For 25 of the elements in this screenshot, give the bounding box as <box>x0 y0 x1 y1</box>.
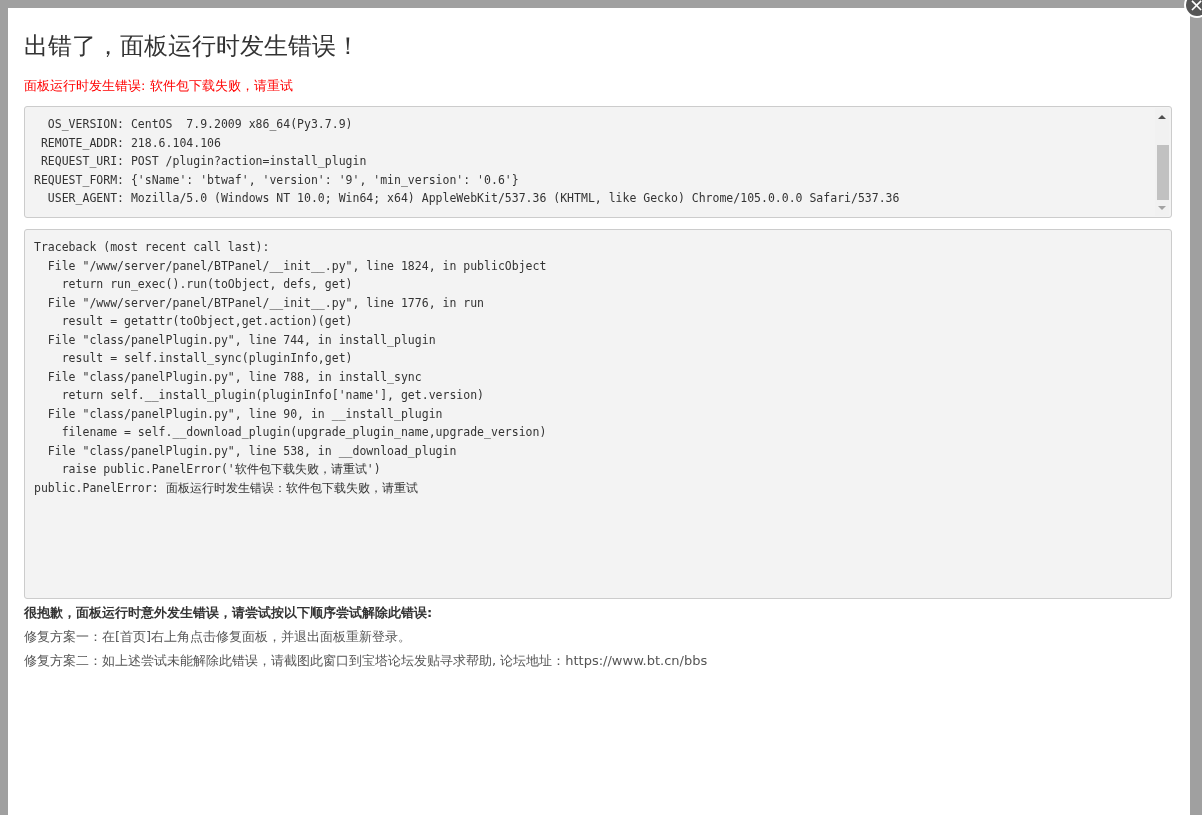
code-line: public.PanelError: 面板运行时发生错误：软件包下载失败，请重试 <box>34 479 419 497</box>
close-button[interactable]: × <box>1184 0 1202 18</box>
code-line: OS_VERSION: CentOS 7.9.2009 x86_64(Py3.7.9) <box>46 116 354 133</box>
dialog-title: 出错了，面板运行时发生错误！ <box>24 31 361 62</box>
error-message: 面板运行时发生错误: 软件包下载失败，请重试 <box>24 77 294 95</box>
code-line: File "class/panelPlugin.py", line 744, in install_plugin <box>46 331 437 349</box>
code-line: REQUEST_FORM: {'sName': 'btwaf', 'version': '9', 'min_version': '0.6'} <box>34 171 520 189</box>
code-line: REQUEST_URI: POST /plugin?action=install_plugin <box>39 153 368 170</box>
code-line: File "class/panelPlugin.py", line 538, in __download_plugin <box>46 442 458 460</box>
code-line: filename = self.__download_plugin(upgrade_plugin_name,upgrade_version) <box>60 424 548 441</box>
help-text: 修复方案一：在[首页]右上角点击修复面板，并退出面板重新登录。 <box>24 628 413 646</box>
code-line: result = getattr(toObject,get.action)(get) <box>60 313 354 330</box>
code-line: USER_AGENT: Mozilla/5.0 (Windows NT 10.0; Win64; x64) AppleWebKit/537.36 (KHTML, like Gecko) Chrome/105.0.0.0 Safari/537.36 <box>46 190 901 207</box>
code-line: File "class/panelPlugin.py", line 90, in __install_plugin <box>46 405 444 423</box>
code-line: return run_exec().run(toObject, defs, get) <box>60 276 354 293</box>
code-line: result = self.install_sync(pluginInfo,get) <box>60 350 354 367</box>
code-line: File "class/panelPlugin.py", line 788, in install_sync <box>46 368 423 386</box>
code-line: File "/www/server/panel/BTPanel/__init__.py", line 1776, in run <box>46 294 486 312</box>
help-heading: 很抱歉，面板运行时意外发生错误，请尝试按以下顺序尝试解除此错误: <box>24 604 434 622</box>
code-line: Traceback (most recent call last): <box>34 239 271 256</box>
code-line: REMOTE_ADDR: 218.6.104.106 <box>39 134 222 152</box>
code-line: raise public.PanelError('软件包下载失败，请重试') <box>60 461 382 478</box>
help-text: 修复方案二：如上述尝试未能解除此错误，请截图此窗口到宝塔论坛发贴寻求帮助, 论坛地址：https://www.bt.cn/bbs <box>24 652 709 670</box>
code-line: return self.__install_plugin(pluginInfo['name'], get.version) <box>60 387 486 404</box>
code-line: File "/www/server/panel/BTPanel/__init__.py", line 1824, in publicObject <box>46 257 548 275</box>
